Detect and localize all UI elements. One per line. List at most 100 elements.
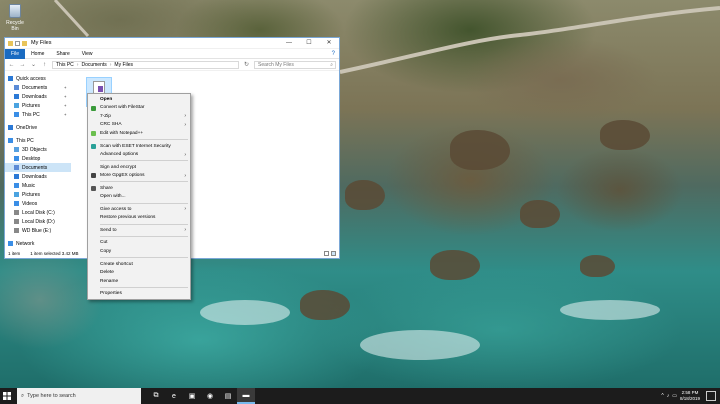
pin-icon: ✦	[63, 94, 67, 99]
notifications-icon[interactable]	[706, 391, 716, 401]
recycle-bin-shortcut[interactable]: Recycle Bin	[3, 4, 27, 32]
menu-item-label: Properties	[100, 291, 122, 297]
nav-item-label: Network	[16, 240, 35, 247]
menu-item-delete[interactable]: Delete	[88, 268, 190, 277]
menu-separator	[100, 286, 188, 288]
menu-item-label: Copy	[100, 248, 112, 254]
nav-item-downloads[interactable]: Downloads ✦	[5, 92, 71, 101]
menu-item-convert-with-filestar[interactable]: Convert with FileStar	[88, 104, 190, 113]
nav-item-3d-objects[interactable]: 3D Objects	[5, 145, 71, 154]
menu-item-give-access-to[interactable]: Give access to ›	[88, 205, 190, 214]
menu-item-sign-and-encrypt[interactable]: Sign and encrypt	[88, 163, 190, 172]
menu-item-crc-sha[interactable]: CRC SHA ›	[88, 121, 190, 130]
store-icon[interactable]: ▣	[183, 388, 201, 404]
recent-locations-icon[interactable]: ⌄	[30, 61, 37, 68]
up-arrow-icon[interactable]: ↑	[41, 62, 48, 68]
menu-item-open-with[interactable]: Open with...	[88, 192, 190, 201]
menu-item-rename[interactable]: Rename	[88, 277, 190, 286]
breadcrumb-my-files[interactable]: My Files	[114, 62, 133, 68]
menu-item-open[interactable]: Open	[88, 95, 190, 104]
menu-item-more-gpgex-options[interactable]: More GpgEX options ›	[88, 171, 190, 180]
menu-item-send-to[interactable]: Send to ›	[88, 226, 190, 235]
menu-item-cut[interactable]: Cut	[88, 239, 190, 248]
nav-item-music[interactable]: Music	[5, 181, 71, 190]
volume-icon[interactable]: ♪	[667, 393, 670, 399]
show-hidden-icons-icon[interactable]: ^	[661, 393, 663, 399]
new-folder-icon[interactable]	[22, 40, 27, 46]
tab-file[interactable]: File	[5, 48, 26, 59]
menu-item-label: Send to	[100, 227, 117, 233]
photos-icon[interactable]: ▤	[219, 388, 237, 404]
edge-icon[interactable]: e	[165, 388, 183, 404]
nav-item-label: 3D Objects	[22, 146, 47, 153]
file-explorer-icon[interactable]: ▬	[237, 388, 255, 404]
taskbar-search-input[interactable]: ⌕ Type here to search	[17, 388, 141, 404]
nav-item-local-disk-d[interactable]: Local Disk (D:)	[5, 217, 71, 226]
menu-item-label: Give access to	[100, 206, 132, 212]
nav-item-this-pc[interactable]: This PC ✦	[5, 110, 71, 119]
ribbon-tabs: File Home Share View ?	[5, 48, 339, 59]
nav-item-label: Quick access	[16, 75, 46, 82]
title-bar[interactable]: My Files — ☐ ✕	[5, 38, 339, 49]
menu-item-label: Cut	[100, 240, 108, 246]
breadcrumb-this-pc[interactable]: This PC	[56, 62, 74, 68]
music-icon	[14, 183, 19, 188]
breadcrumb-separator-icon: ›	[109, 61, 112, 68]
chrome-icon[interactable]: ◉	[201, 388, 219, 404]
help-icon[interactable]: ?	[332, 51, 335, 57]
back-arrow-icon[interactable]: ←	[8, 62, 15, 68]
properties-icon[interactable]	[15, 40, 20, 46]
menu-item-copy[interactable]: Copy	[88, 247, 190, 256]
menu-item-create-shortcut[interactable]: Create shortcut	[88, 260, 190, 269]
refresh-icon[interactable]: ↻	[243, 61, 250, 68]
details-view-icon[interactable]	[324, 251, 329, 256]
gpg-icon	[91, 173, 96, 179]
nav-item-label: Pictures	[22, 102, 41, 109]
clock[interactable]: 2:58 PM 8/18/2019	[680, 390, 700, 402]
menu-item-edit-with-notepad[interactable]: Edit with Notepad++	[88, 129, 190, 138]
menu-item-share[interactable]: Share	[88, 184, 190, 193]
tab-share[interactable]: Share	[50, 49, 75, 59]
nav-item-local-disk-c[interactable]: Local Disk (C:)	[5, 208, 71, 217]
menu-item-scan-with-eset-internet-security[interactable]: Scan with ESET Internet Security	[88, 142, 190, 151]
nav-item-documents[interactable]: Documents	[5, 163, 71, 172]
nav-item-network[interactable]: Network	[5, 239, 71, 248]
clock-date: 8/18/2019	[679, 396, 700, 401]
network-icon	[8, 241, 13, 246]
menu-item-label: Rename	[100, 278, 119, 284]
input-icon[interactable]: ▭	[672, 393, 677, 399]
start-button[interactable]	[0, 388, 14, 404]
pc-icon	[8, 138, 13, 143]
task-view-icon[interactable]: ⧉	[147, 388, 165, 404]
tab-home[interactable]: Home	[25, 49, 50, 59]
minimize-button[interactable]: —	[279, 38, 299, 49]
nav-item-documents[interactable]: Documents ✦	[5, 83, 71, 92]
large-icons-view-icon[interactable]	[331, 251, 336, 256]
nav-item-pictures[interactable]: Pictures ✦	[5, 101, 71, 110]
search-icon: ⌕	[330, 61, 333, 68]
forward-arrow-icon[interactable]: →	[19, 62, 26, 68]
nav-item-onedrive[interactable]: OneDrive	[5, 123, 71, 132]
menu-separator	[100, 139, 188, 141]
nav-item-downloads[interactable]: Downloads	[5, 172, 71, 181]
nav-item-wd-blue-e[interactable]: WD Blue (E:)	[5, 226, 71, 235]
nav-item-this-pc[interactable]: This PC	[5, 136, 71, 145]
nav-item-desktop[interactable]: Desktop	[5, 154, 71, 163]
nav-item-quick-access[interactable]: Quick access	[5, 74, 71, 83]
address-bar[interactable]: This PC › Documents › My Files	[52, 60, 239, 69]
breadcrumb-documents[interactable]: Documents	[81, 62, 106, 68]
menu-item-properties[interactable]: Properties	[88, 289, 190, 298]
tab-view[interactable]: View	[76, 49, 99, 59]
menu-item-restore-previous-versions[interactable]: Restore previous versions	[88, 214, 190, 223]
search-input[interactable]: Search My Files ⌕	[254, 60, 336, 69]
menu-item-label: Restore previous versions	[100, 215, 156, 221]
system-tray: ^ ♪ ▭ 2:58 PM 8/18/2019	[661, 390, 720, 402]
nav-item-pictures[interactable]: Pictures	[5, 190, 71, 199]
nav-item-videos[interactable]: Videos	[5, 199, 71, 208]
maximize-button[interactable]: ☐	[299, 38, 319, 49]
close-button[interactable]: ✕	[319, 38, 339, 49]
menu-item-advanced-options[interactable]: Advanced options ›	[88, 150, 190, 159]
menu-item-7-zip[interactable]: 7-Zip ›	[88, 112, 190, 121]
filestar-icon	[91, 105, 96, 111]
folder-docs-icon	[14, 85, 19, 90]
